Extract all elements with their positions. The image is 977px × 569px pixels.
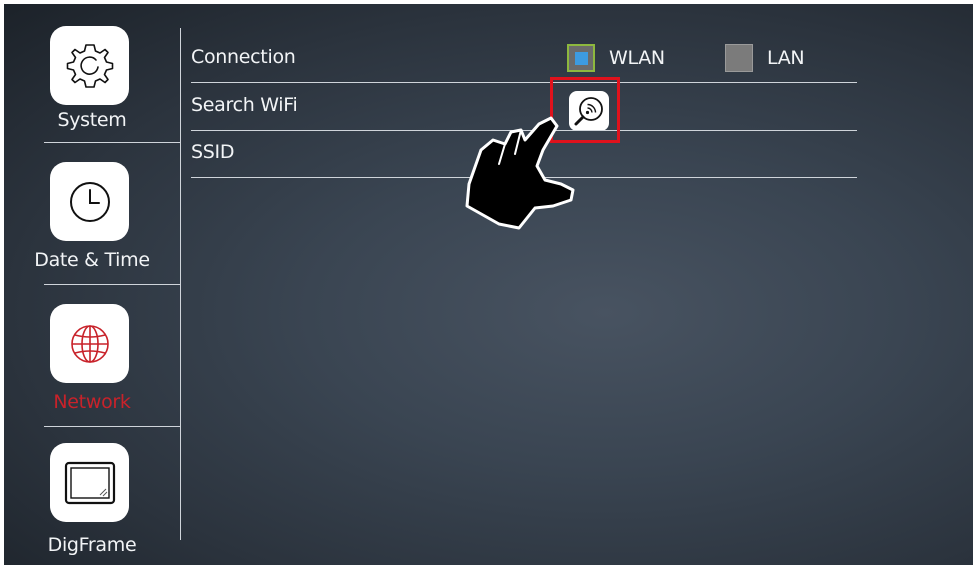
wlan-radio[interactable]: WLAN xyxy=(567,44,665,72)
date-time-tile xyxy=(50,162,129,241)
settings-screen: System Date & Time Network DigFrame Conn… xyxy=(4,4,973,565)
sidebar-item-label: System xyxy=(57,109,127,131)
sidebar: System Date & Time Network DigFrame xyxy=(4,4,180,565)
ssid-label: SSID xyxy=(191,141,235,163)
sidebar-item-date-time[interactable]: Date & Time xyxy=(4,145,180,285)
connection-row: Connection WLAN LAN xyxy=(191,36,857,83)
radio-selected-indicator xyxy=(574,51,588,65)
search-wifi-label: Search WiFi xyxy=(191,94,298,116)
lan-label: LAN xyxy=(767,47,805,69)
lan-radio[interactable]: LAN xyxy=(725,44,805,72)
row-divider xyxy=(191,82,857,83)
search-wifi-button[interactable] xyxy=(569,91,609,131)
clock-icon xyxy=(69,181,110,222)
wlan-radio-box[interactable] xyxy=(567,44,595,72)
sidebar-item-network[interactable]: Network xyxy=(4,287,180,427)
picture-frame-icon xyxy=(64,461,115,504)
sidebar-divider xyxy=(44,284,180,285)
ssid-row: SSID xyxy=(191,131,857,178)
row-divider xyxy=(191,177,857,178)
sidebar-item-system[interactable]: System xyxy=(4,4,180,144)
system-tile xyxy=(50,26,129,105)
wlan-label: WLAN xyxy=(609,47,665,69)
globe-icon xyxy=(70,324,109,363)
digframe-tile xyxy=(50,443,129,522)
sidebar-item-label: Date & Time xyxy=(34,249,150,271)
wifi-search-icon xyxy=(574,97,603,126)
network-tile xyxy=(50,304,129,383)
vertical-divider xyxy=(180,28,181,540)
sidebar-item-label: DigFrame xyxy=(47,534,137,556)
sidebar-divider xyxy=(44,426,180,427)
sidebar-divider xyxy=(44,142,180,143)
sidebar-item-label: Network xyxy=(53,391,131,413)
sidebar-item-digframe[interactable]: DigFrame xyxy=(4,429,180,565)
search-wifi-row: Search WiFi xyxy=(191,84,857,131)
connection-label: Connection xyxy=(191,46,296,68)
lan-radio-box[interactable] xyxy=(725,44,753,72)
gear-icon xyxy=(66,43,113,88)
